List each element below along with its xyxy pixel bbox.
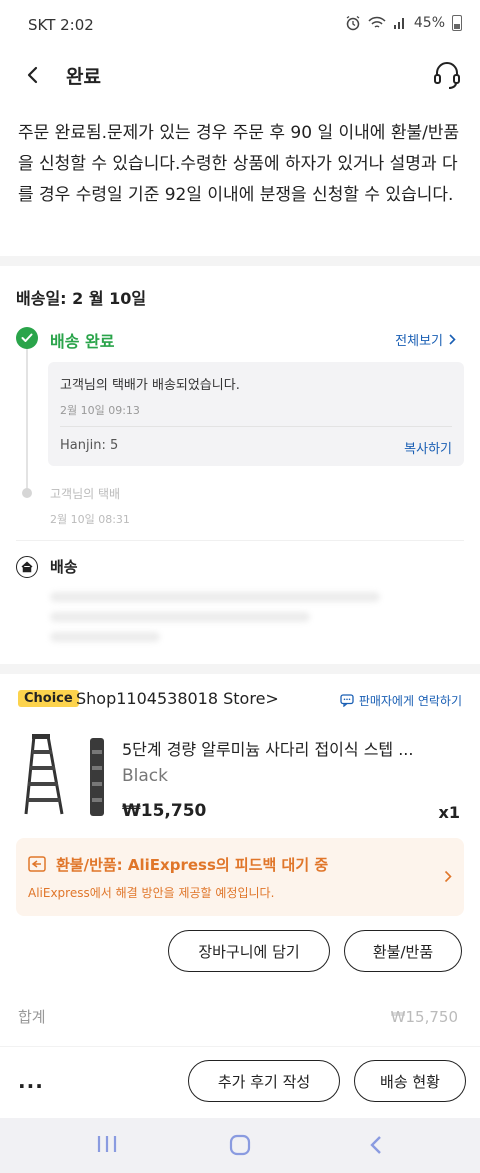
system-nav-bar [0, 1118, 480, 1173]
contact-seller-label: 판매자에게 연락하기 [358, 694, 462, 708]
chat-icon [340, 694, 354, 707]
battery-icon [452, 15, 462, 31]
total-value: ₩15,750 [390, 1008, 458, 1026]
product-variant: Black [122, 766, 168, 786]
refund-button[interactable]: 환불/반품 [344, 930, 462, 972]
more-button[interactable]: ... [18, 1069, 44, 1093]
add-to-cart-button[interactable]: 장바구니에 담기 [168, 930, 330, 972]
page-title: 완료 [66, 66, 101, 88]
section-divider [0, 256, 480, 266]
tracking-message: 고객님의 택배가 배송되었습니다. [60, 378, 240, 393]
chevron-left-icon [27, 66, 38, 84]
address-redacted [50, 612, 310, 622]
total-label: 합계 [18, 1008, 46, 1026]
tracking-message-earlier: 고객님의 택배 [50, 487, 121, 501]
signal-icon [393, 16, 407, 30]
timeline-line [26, 346, 28, 496]
delivery-status: 배송 완료 [50, 332, 115, 351]
tracking-time: 2월 10일 09:13 [60, 404, 140, 417]
chevron-right-icon [449, 334, 456, 345]
divider [16, 540, 464, 541]
product-price: ₩15,750 [122, 801, 207, 821]
product-image[interactable] [18, 728, 112, 822]
timeline-dot [22, 488, 32, 498]
customer-support-button[interactable] [430, 58, 464, 92]
store-link[interactable]: Shop1104538018 Store> [76, 689, 279, 708]
home-button-icon[interactable] [229, 1134, 251, 1160]
tracking-button[interactable]: 배송 현황 [354, 1060, 466, 1102]
check-circle-icon [16, 327, 38, 349]
address-title: 배송 [50, 558, 78, 576]
status-icons: 45% [345, 15, 462, 31]
status-carrier-time: SKT 2:02 [28, 16, 94, 34]
view-all-link[interactable]: 전체보기 [395, 330, 456, 349]
back-nav-icon[interactable] [368, 1134, 384, 1160]
choice-badge: Choice [18, 690, 79, 707]
refund-title: 환불/반품: AliExpress의 피드백 대기 중 [56, 856, 329, 874]
back-button[interactable] [18, 60, 48, 90]
copy-button[interactable]: 복사하기 [404, 438, 452, 457]
header: 완료 [0, 50, 480, 100]
status-bar: SKT 2:02 45% [0, 0, 480, 50]
view-all-label: 전체보기 [395, 334, 443, 349]
home-icon [16, 556, 38, 578]
address-redacted [50, 592, 380, 602]
recent-apps-icon[interactable] [96, 1134, 118, 1158]
alarm-icon [345, 15, 361, 31]
contact-seller-link[interactable]: 판매자에게 연락하기 [340, 692, 462, 709]
refund-icon [28, 856, 46, 876]
battery-text: 45% [413, 15, 445, 31]
divider [60, 426, 452, 427]
write-review-button[interactable]: 추가 후기 작성 [188, 1060, 340, 1102]
order-notice: 주문 완료됨.문제가 있는 경우 주문 후 90 일 이내에 환불/반품을 신청… [18, 123, 460, 205]
tracking-carrier: Hanjin: 5 [60, 438, 119, 453]
refund-subtitle: AliExpress에서 해결 방안을 제공할 예정입니다. [28, 886, 275, 900]
tracking-time-earlier: 2월 10일 08:31 [50, 513, 130, 526]
refund-status-banner[interactable]: 환불/반품: AliExpress의 피드백 대기 중 AliExpress에서… [16, 838, 464, 916]
address-redacted [50, 632, 160, 642]
section-divider [0, 664, 480, 674]
tracking-card: 고객님의 택배가 배송되었습니다. 2월 10일 09:13 Hanjin: 5… [48, 362, 464, 466]
delivery-date: 배송일: 2 월 10일 [16, 289, 147, 308]
bottom-action-bar: ... 추가 후기 작성 배송 현황 [0, 1046, 480, 1118]
product-quantity: x1 [438, 803, 460, 822]
product-title[interactable]: 5단계 경량 알루미늄 사다리 접이식 스텝 ... [122, 736, 464, 760]
wifi-icon [368, 16, 386, 30]
headset-icon [434, 62, 460, 89]
chevron-right-icon [444, 868, 452, 887]
